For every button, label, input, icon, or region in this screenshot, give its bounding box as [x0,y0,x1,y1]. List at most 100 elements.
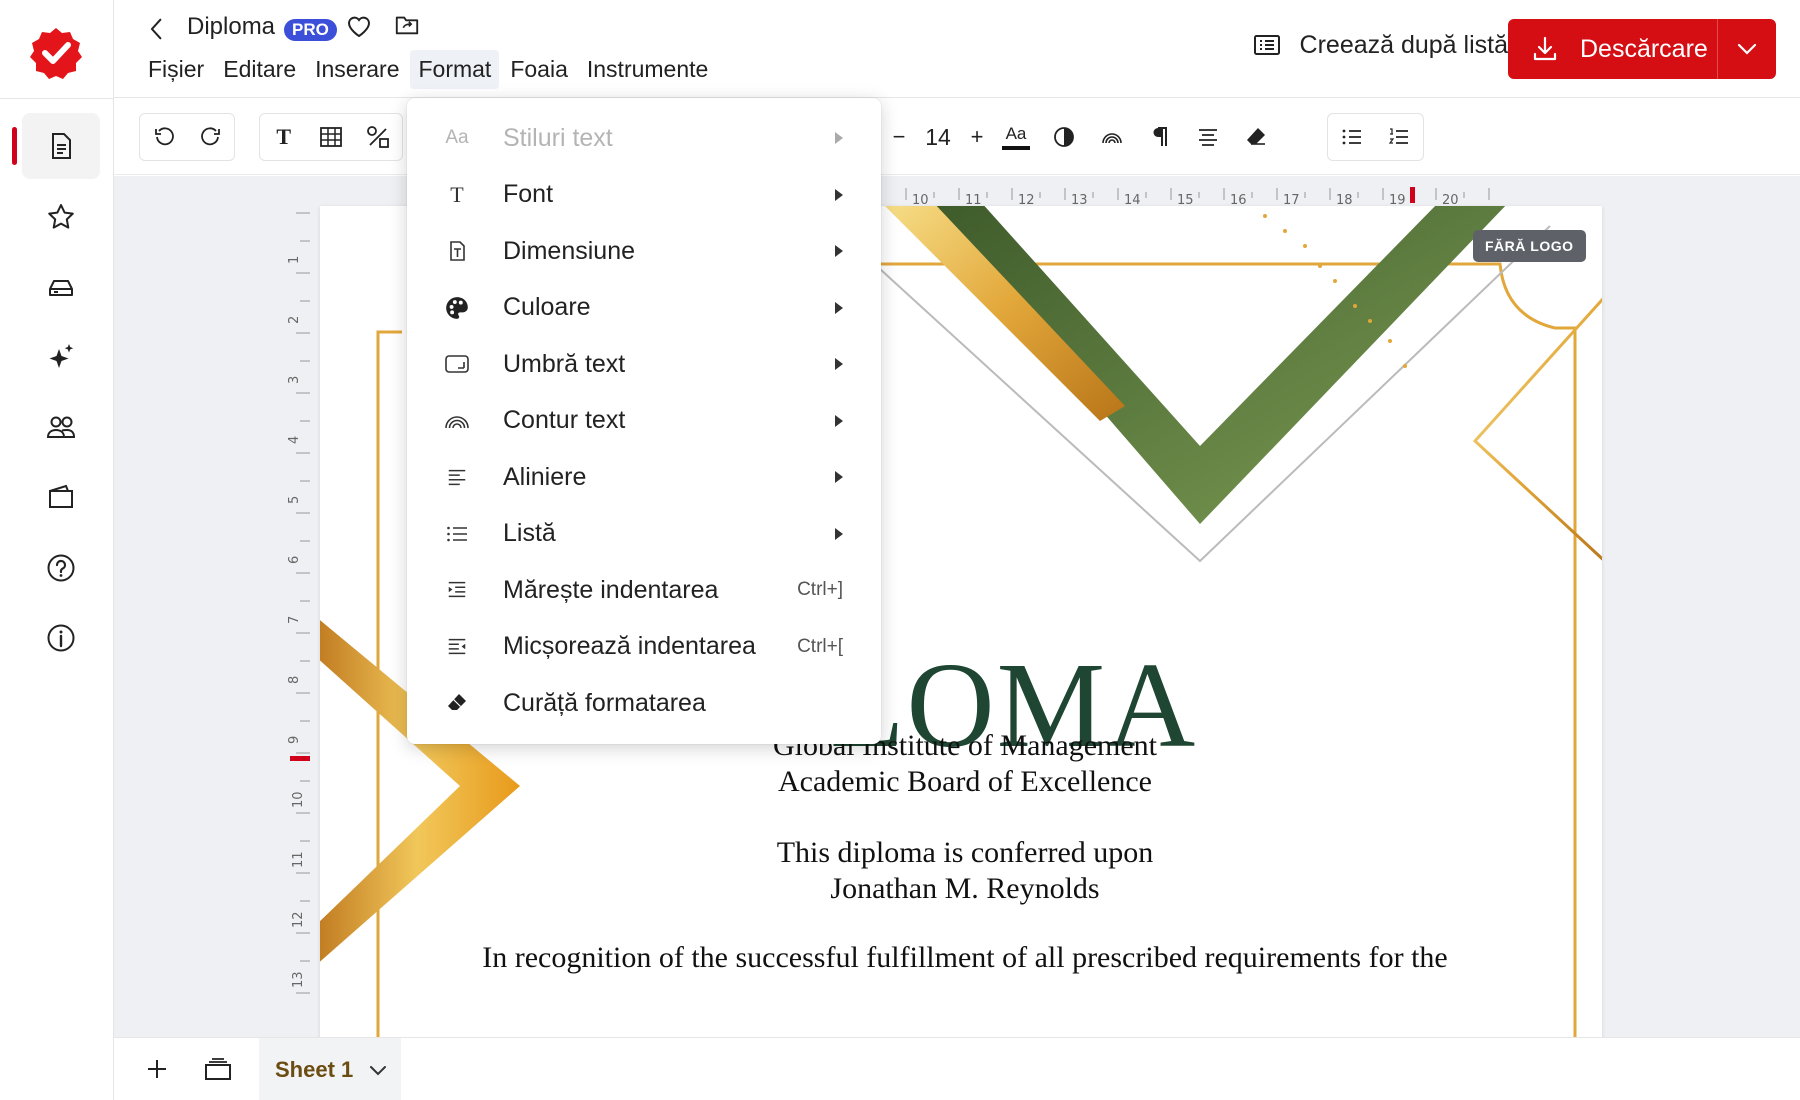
plus-icon [148,1060,166,1078]
menu-item-color[interactable]: Culoare [407,280,881,337]
ruler-label: 6 [287,556,302,564]
ruler-margin-marker[interactable] [290,756,310,761]
back-arrow-icon[interactable] [144,14,170,44]
drive-icon [49,280,73,296]
people-icon [46,416,76,438]
ruler-label: 7 [287,616,302,624]
text-styles-icon: Aa [445,127,469,149]
menu-item-font[interactable]: T Font [407,167,881,224]
eraser-icon [1247,128,1265,145]
submenu-arrow-icon [835,414,843,427]
submenu-arrow-icon [835,188,843,201]
ruler-label: 5 [287,496,302,504]
help-icon [47,554,75,582]
sidebar-item-ai[interactable] [22,324,100,390]
star-icon [48,204,74,229]
sidebar-item-wallet[interactable] [22,464,100,530]
text-outline-button[interactable] [1088,114,1136,160]
sheets-list-button[interactable] [202,1053,234,1085]
menu-item-label: Curăță formatarea [503,688,706,717]
submenu-arrow-icon [835,132,843,145]
menu-item-text-styles[interactable]: Aa Stiluri text [407,110,881,167]
download-button[interactable]: Descărcare [1508,19,1776,79]
ruler-label: 17 [1283,193,1300,206]
menu-insert[interactable]: Inserare [307,50,407,89]
shapes-tool-button[interactable] [355,114,402,160]
menu-item-size[interactable]: Dimensiune [407,223,881,280]
app-logo-icon[interactable] [29,26,83,80]
menu-file[interactable]: Fișier [140,50,212,89]
eraser-icon [443,689,471,717]
menu-item-label: Dimensiune [503,236,636,265]
indent-decrease-icon [443,633,471,661]
download-divider [1717,19,1718,79]
board-line[interactable]: Academic Board of Excellence [320,765,1602,799]
heart-icon[interactable] [344,11,374,41]
paragraph-button[interactable] [1136,114,1184,160]
menu-item-list[interactable]: Listă [407,506,881,563]
sidebar-item-document[interactable] [12,113,100,179]
menu-item-clear-formatting[interactable]: Curăță formatarea [407,675,881,732]
no-logo-badge[interactable]: FĂRĂ LOGO [1473,230,1586,262]
font-size-decrease-button[interactable]: − [884,114,914,160]
editor-workspace[interactable]: 1 10 11 12 13 14 15 16 17 18 19 20 [114,176,1800,1037]
text-color-button[interactable]: Aa [992,114,1040,160]
clear-format-button[interactable] [1232,114,1280,160]
ruler-label: 15 [1177,193,1194,206]
ruler-label: 19 [1389,193,1406,206]
font-icon: T [450,181,464,207]
menu-item-text-shadow[interactable]: Umbră text [407,336,881,393]
create-from-list-button[interactable]: Creează după listă [1252,30,1508,60]
submenu-arrow-icon [835,527,843,540]
recognition-line[interactable]: In recognition of the successful fulfill… [320,941,1602,975]
sidebar-item-help[interactable] [22,535,100,601]
layers-icon [205,1058,231,1080]
table-tool-button[interactable] [307,114,354,160]
undo-button[interactable] [140,114,187,160]
menu-item-indent-increase[interactable]: Mărește indentarea Ctrl+] [407,562,881,619]
sidebar-item-favorites[interactable] [22,184,100,250]
pilcrow-icon [1153,127,1167,146]
numbered-list-button[interactable] [1376,114,1424,160]
document-icon [52,133,71,159]
pro-badge: PRO [284,19,337,41]
submenu-arrow-icon [835,358,843,371]
menu-item-label: Culoare [503,293,591,322]
bullet-list-button[interactable] [1328,114,1376,160]
align-center-button[interactable] [1184,114,1232,160]
menu-format[interactable]: Format [410,50,500,89]
sheet-tab[interactable]: Sheet 1 [259,1038,401,1100]
font-size-value[interactable]: 14 [914,124,962,151]
highlight-button[interactable] [1040,114,1088,160]
vertical-ruler[interactable]: 1 2 3 4 5 6 7 8 9 10 11 12 13 [280,198,310,1037]
font-size-icon [443,237,471,265]
sidebar-item-team[interactable] [22,394,100,460]
conferred-line[interactable]: This diploma is conferred upon [320,836,1602,870]
menu-item-indent-decrease[interactable]: Micșorează indentarea Ctrl+[ [407,619,881,676]
undo-redo-group [139,113,235,161]
palette-icon [443,294,471,322]
ruler-label: 1 [287,256,302,264]
recipient-name[interactable]: Jonathan M. Reynolds [320,872,1602,906]
add-sheet-button[interactable] [141,1053,173,1085]
chevron-down-icon[interactable] [1734,36,1760,62]
menu-item-text-outline[interactable]: Contur text [407,393,881,450]
menu-item-label: Umbră text [503,349,626,378]
text-outline-icon [1102,133,1122,144]
ruler-label: 13 [1071,193,1088,206]
ruler-margin-marker[interactable] [1410,187,1415,203]
bullet-list-icon [1342,129,1361,145]
ruler-label: 10 [291,791,306,808]
chevron-down-icon[interactable] [367,1059,389,1081]
menu-tools[interactable]: Instrumente [579,50,716,89]
redo-button[interactable] [187,114,234,160]
move-to-folder-icon[interactable] [394,12,422,40]
sidebar-item-drive[interactable] [22,254,100,320]
document-title[interactable]: Diploma [187,13,275,41]
menu-sheet[interactable]: Foaia [502,50,576,89]
font-size-increase-button[interactable]: + [962,114,992,160]
menu-item-align[interactable]: Aliniere [407,449,881,506]
sidebar-item-info[interactable] [22,605,100,671]
text-tool-button[interactable]: T [260,114,307,160]
menu-edit[interactable]: Editare [215,50,304,89]
